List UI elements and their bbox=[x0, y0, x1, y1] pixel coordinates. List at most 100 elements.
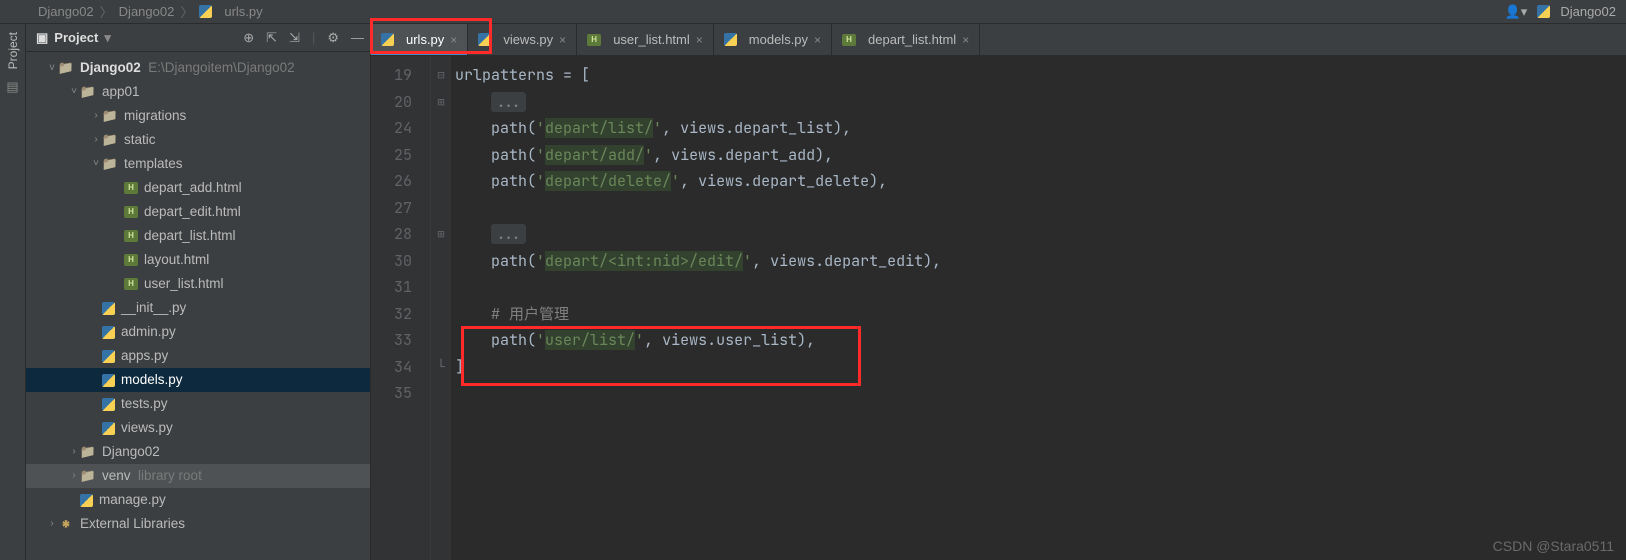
fold-marker[interactable] bbox=[431, 380, 451, 407]
breadcrumb-seg[interactable]: Django02 bbox=[119, 4, 175, 19]
tree-item-label: venv bbox=[102, 464, 131, 488]
tree-item[interactable]: ˅app01 bbox=[26, 80, 370, 104]
fold-marker[interactable] bbox=[431, 301, 451, 328]
code-line[interactable]: urlpatterns = [ bbox=[455, 62, 1626, 89]
fold-marker[interactable] bbox=[431, 115, 451, 142]
html-file-icon bbox=[124, 206, 138, 218]
fold-marker[interactable] bbox=[431, 195, 451, 222]
code-line[interactable]: path('depart/list/', views.depart_list), bbox=[455, 115, 1626, 142]
editor-tab[interactable]: views.py × bbox=[468, 24, 577, 55]
close-icon[interactable]: × bbox=[559, 33, 566, 47]
tree-item[interactable]: __init__.py bbox=[26, 296, 370, 320]
code-line[interactable] bbox=[455, 274, 1626, 301]
code-line[interactable]: path('depart/<int:nid>/edit/', views.dep… bbox=[455, 248, 1626, 275]
tree-item-label: migrations bbox=[124, 104, 186, 128]
fold-marker[interactable] bbox=[431, 248, 451, 275]
breadcrumb-seg[interactable]: urls.py bbox=[224, 4, 262, 19]
tool-window-rail: Project ▤ bbox=[0, 24, 26, 560]
tree-item-label: tests.py bbox=[121, 392, 168, 416]
close-icon[interactable]: × bbox=[696, 33, 703, 47]
library-icon bbox=[58, 516, 74, 532]
code-line[interactable]: ] bbox=[455, 354, 1626, 381]
code-line[interactable]: ... bbox=[455, 89, 1626, 116]
tree-item[interactable]: user_list.html bbox=[26, 272, 370, 296]
python-file-icon bbox=[102, 422, 115, 435]
code-line[interactable] bbox=[455, 380, 1626, 407]
tree-item[interactable]: layout.html bbox=[26, 248, 370, 272]
code-line[interactable]: path('user/list/', views.user_list), bbox=[455, 327, 1626, 354]
tab-label: views.py bbox=[503, 32, 553, 47]
collapse-icon[interactable]: ⇲ bbox=[289, 30, 300, 46]
html-file-icon bbox=[124, 230, 138, 242]
project-tree[interactable]: vDjango02 E:\Djangoitem\Django02˅app01›m… bbox=[26, 52, 370, 560]
tree-external-libraries[interactable]: ›External Libraries bbox=[26, 512, 370, 536]
tree-item[interactable]: ›venv library root bbox=[26, 464, 370, 488]
project-indicator[interactable]: Django02 bbox=[1537, 4, 1616, 19]
close-icon[interactable]: × bbox=[450, 33, 457, 47]
tree-item[interactable]: views.py bbox=[26, 416, 370, 440]
tree-item-label: __init__.py bbox=[121, 296, 186, 320]
user-icon[interactable]: 👤▾ bbox=[1505, 4, 1528, 20]
html-file-icon bbox=[124, 254, 138, 266]
structure-tool-icon[interactable]: ▤ bbox=[6, 79, 18, 95]
breadcrumb-seg[interactable]: Django02 bbox=[38, 4, 94, 19]
tree-item[interactable]: ›static bbox=[26, 128, 370, 152]
folder-icon bbox=[102, 156, 118, 172]
code-line[interactable]: # 用户管理 bbox=[455, 301, 1626, 328]
fold-marker[interactable] bbox=[431, 168, 451, 195]
tree-item[interactable]: models.py bbox=[26, 368, 370, 392]
fold-gutter[interactable]: ⊟⊞⊞└ bbox=[431, 56, 451, 560]
code-area[interactable]: urlpatterns = [ ... path('depart/list/',… bbox=[451, 56, 1626, 560]
project-view-icon: ▣ bbox=[36, 30, 48, 46]
tree-root[interactable]: vDjango02 E:\Djangoitem\Django02 bbox=[26, 56, 370, 80]
editor-tab[interactable]: urls.py × bbox=[371, 24, 468, 55]
tree-item[interactable]: admin.py bbox=[26, 320, 370, 344]
tree-item[interactable]: depart_edit.html bbox=[26, 200, 370, 224]
tree-item[interactable]: manage.py bbox=[26, 488, 370, 512]
close-icon[interactable]: × bbox=[962, 33, 969, 47]
fold-marker[interactable]: ⊞ bbox=[431, 221, 451, 248]
breadcrumb[interactable]: Django02 〉 Django02 〉 urls.py bbox=[4, 2, 263, 21]
tree-item[interactable]: ›migrations bbox=[26, 104, 370, 128]
sidebar-title[interactable]: Project bbox=[54, 30, 98, 45]
editor-tab-bar: urls.py×views.py×user_list.html×models.p… bbox=[371, 24, 1626, 56]
tree-item[interactable]: tests.py bbox=[26, 392, 370, 416]
tree-item[interactable]: depart_list.html bbox=[26, 224, 370, 248]
code-line[interactable]: path('depart/add/', views.depart_add), bbox=[455, 142, 1626, 169]
fold-marker[interactable]: ⊞ bbox=[431, 89, 451, 116]
fold-marker[interactable]: └ bbox=[431, 354, 451, 381]
watermark: CSDN @Stara0511 bbox=[1493, 538, 1614, 554]
close-icon[interactable]: × bbox=[814, 33, 821, 47]
expand-icon[interactable]: ⇱ bbox=[266, 30, 277, 46]
code-line[interactable] bbox=[455, 195, 1626, 222]
code-editor[interactable]: 19202425262728303132333435 ⊟⊞⊞└ urlpatte… bbox=[371, 56, 1626, 560]
dropdown-icon[interactable]: ▾ bbox=[104, 30, 111, 46]
code-line[interactable]: ... bbox=[455, 221, 1626, 248]
folder-icon bbox=[102, 132, 118, 148]
fold-marker[interactable] bbox=[431, 274, 451, 301]
python-file-icon bbox=[199, 5, 212, 18]
line-number: 27 bbox=[371, 195, 412, 222]
tree-item[interactable]: depart_add.html bbox=[26, 176, 370, 200]
python-file-icon bbox=[102, 374, 115, 387]
gear-icon[interactable]: ⚙ bbox=[327, 30, 339, 46]
fold-marker[interactable] bbox=[431, 142, 451, 169]
fold-marker[interactable] bbox=[431, 327, 451, 354]
fold-marker[interactable]: ⊟ bbox=[431, 62, 451, 89]
hide-icon[interactable]: — bbox=[351, 30, 364, 46]
line-number: 20 bbox=[371, 89, 412, 116]
tree-item[interactable]: ›Django02 bbox=[26, 440, 370, 464]
project-tool-button[interactable]: Project bbox=[6, 32, 20, 69]
editor-tab[interactable]: user_list.html× bbox=[577, 24, 714, 55]
editor-tab[interactable]: depart_list.html× bbox=[832, 24, 980, 55]
line-number: 35 bbox=[371, 380, 412, 407]
editor-tab[interactable]: models.py× bbox=[714, 24, 832, 55]
project-name: Django02 bbox=[1560, 4, 1616, 19]
tree-item[interactable]: apps.py bbox=[26, 344, 370, 368]
locate-icon[interactable]: ⊕ bbox=[243, 30, 254, 46]
html-file-icon bbox=[124, 278, 138, 290]
code-line[interactable]: path('depart/delete/', views.depart_dele… bbox=[455, 168, 1626, 195]
tab-label: urls.py bbox=[406, 32, 444, 47]
html-file-icon bbox=[842, 34, 856, 46]
tree-item[interactable]: ˅templates bbox=[26, 152, 370, 176]
